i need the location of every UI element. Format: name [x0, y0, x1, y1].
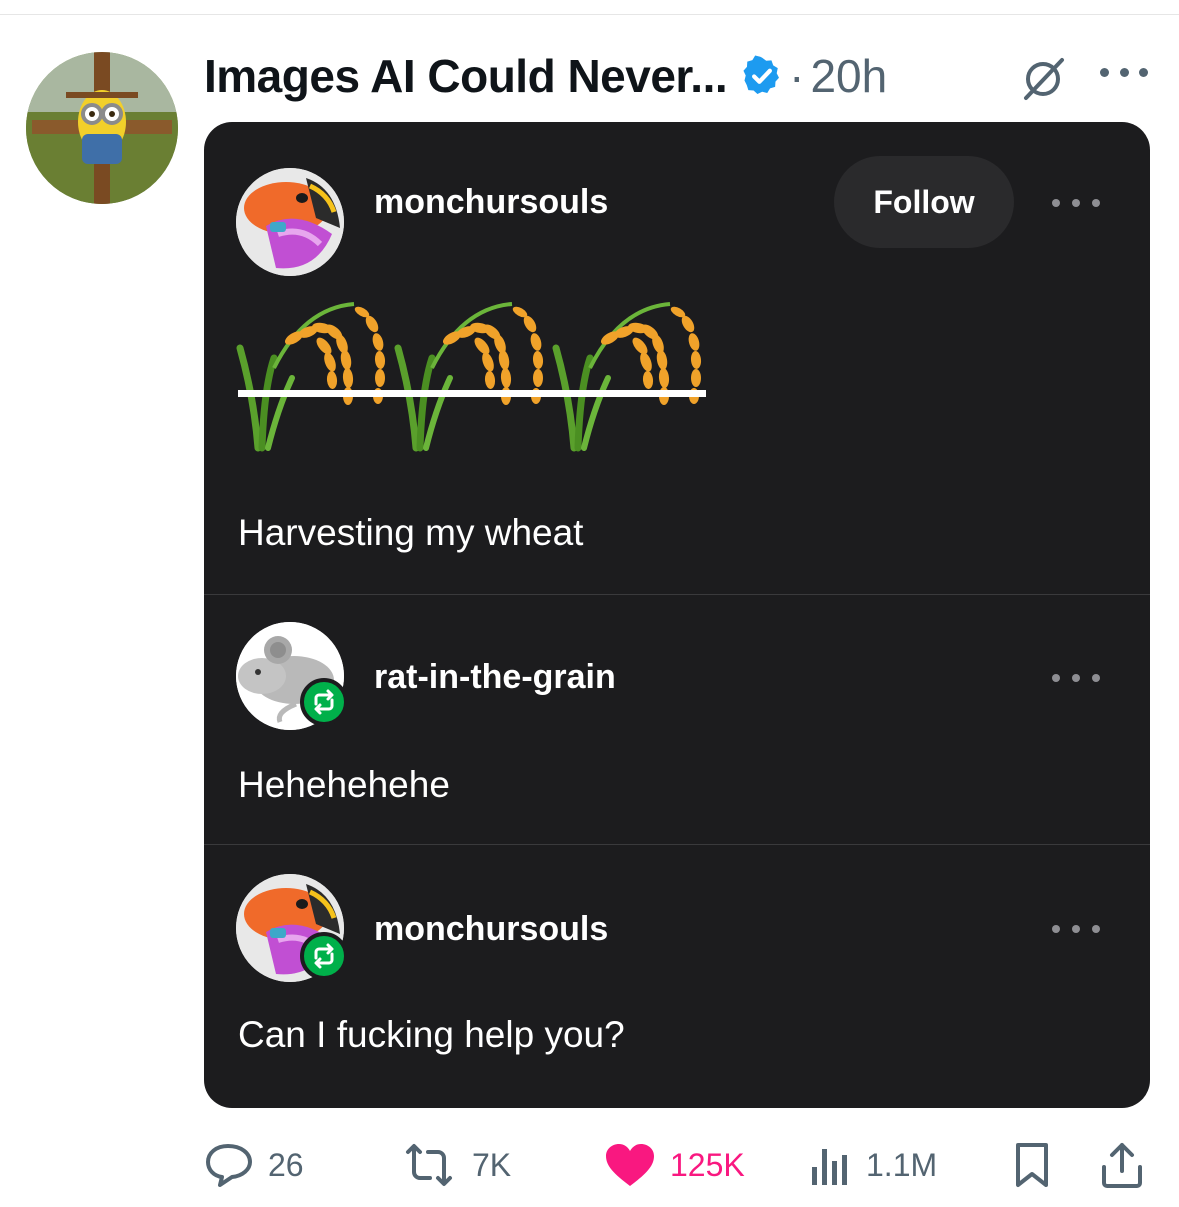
post-text: Hehehehehe — [238, 764, 450, 805]
wheat-emoji-icon — [236, 298, 706, 452]
author-avatar[interactable] — [26, 52, 178, 204]
views-button[interactable]: 1.1M — [808, 1140, 937, 1190]
view-count: 1.1M — [866, 1146, 938, 1183]
reply-icon — [206, 1144, 252, 1187]
like-count: 125K — [670, 1146, 745, 1183]
verified-badge-icon[interactable] — [741, 55, 783, 97]
share-icon — [1102, 1143, 1142, 1188]
follow-button[interactable]: Follow — [834, 156, 1014, 248]
post-text: Harvesting my wheat — [238, 512, 584, 553]
action-bar: 26 7K 125K 1.1M — [204, 1140, 1150, 1190]
post-username[interactable]: monchursouls — [374, 183, 608, 222]
card-divider — [204, 844, 1150, 845]
views-icon — [812, 1149, 847, 1185]
timestamp[interactable]: 20h — [810, 49, 887, 103]
heart-icon — [606, 1144, 654, 1186]
like-button[interactable]: 125K — [604, 1140, 745, 1190]
embedded-post-card[interactable]: monchursouls Follow Harvesting my wheat … — [204, 122, 1150, 1108]
more-icon[interactable] — [1052, 196, 1100, 210]
separator: · — [789, 50, 805, 102]
bookmark-button[interactable] — [1012, 1140, 1066, 1190]
post-text: Can I fucking help you? — [238, 1014, 625, 1055]
top-divider — [0, 14, 1179, 15]
grok-icon[interactable] — [1020, 56, 1066, 102]
repost-count: 7K — [472, 1146, 512, 1183]
post-username[interactable]: rat-in-the-grain — [374, 658, 616, 697]
author-name[interactable]: Images AI Could Never... — [204, 49, 728, 103]
reply-button[interactable]: 26 — [204, 1140, 304, 1190]
repost-button[interactable]: 7K — [400, 1140, 511, 1190]
monster-avatar-image — [236, 168, 344, 276]
bookmark-icon — [1016, 1143, 1048, 1187]
minion-scarecrow-image — [26, 52, 178, 204]
more-icon[interactable] — [1100, 62, 1148, 82]
share-button[interactable] — [1100, 1140, 1158, 1190]
more-icon[interactable] — [1052, 671, 1100, 685]
card-divider — [204, 594, 1150, 595]
tweet-header: Images AI Could Never... · 20h — [204, 48, 887, 104]
post-username[interactable]: monchursouls — [374, 910, 608, 949]
repost-icon — [406, 1144, 452, 1186]
reblog-icon — [300, 678, 348, 726]
post-avatar-monchursouls[interactable] — [236, 168, 344, 276]
reply-count: 26 — [268, 1146, 304, 1183]
reblog-icon — [300, 932, 348, 980]
more-icon[interactable] — [1052, 922, 1100, 936]
